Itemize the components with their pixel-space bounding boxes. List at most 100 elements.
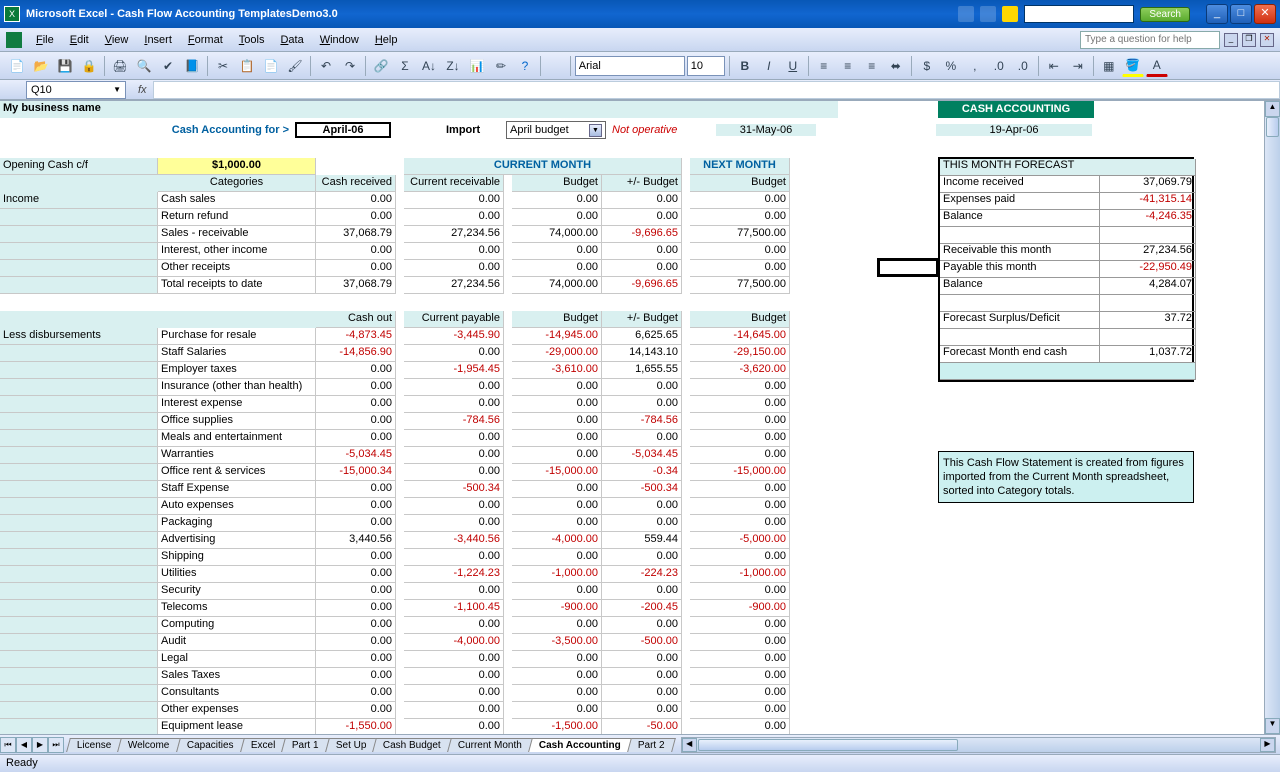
- table-cell[interactable]: 27,234.56: [404, 277, 504, 294]
- table-cell[interactable]: 0.00: [602, 702, 682, 719]
- table-cell[interactable]: 0.00: [404, 396, 504, 413]
- font-select[interactable]: [575, 56, 685, 76]
- table-cell[interactable]: 0.00: [690, 634, 790, 651]
- table-row-category[interactable]: Equipment lease: [158, 719, 316, 734]
- table-row-category[interactable]: Cash sales: [158, 192, 316, 209]
- table-cell[interactable]: 0.00: [602, 651, 682, 668]
- table-cell[interactable]: 0.00: [690, 481, 790, 498]
- hscroll-right-icon[interactable]: ▶: [1260, 738, 1275, 752]
- name-box[interactable]: Q10 ▼: [26, 81, 126, 99]
- menu-data[interactable]: Data: [272, 32, 311, 48]
- table-cell[interactable]: 0.00: [602, 260, 682, 277]
- table-cell[interactable]: 559.44: [602, 532, 682, 549]
- format-painter-icon[interactable]: 🖌: [284, 55, 306, 77]
- table-row-category[interactable]: Interest expense: [158, 396, 316, 413]
- table-cell[interactable]: -9,696.65: [602, 226, 682, 243]
- mdi-minimize-button[interactable]: _: [1224, 33, 1238, 47]
- table-cell[interactable]: -1,100.45: [404, 600, 504, 617]
- table-cell[interactable]: 0.00: [316, 481, 396, 498]
- table-cell[interactable]: -1,954.45: [404, 362, 504, 379]
- table-cell[interactable]: 0.00: [602, 396, 682, 413]
- undo-icon[interactable]: ↶: [315, 55, 337, 77]
- menu-edit[interactable]: Edit: [62, 32, 97, 48]
- bold-icon[interactable]: B: [734, 55, 756, 77]
- save-icon[interactable]: 💾: [54, 55, 76, 77]
- table-cell[interactable]: 0.00: [316, 379, 396, 396]
- table-cell[interactable]: -5,034.45: [316, 447, 396, 464]
- table-cell[interactable]: 0.00: [316, 243, 396, 260]
- table-cell[interactable]: 0.00: [316, 498, 396, 515]
- table-cell[interactable]: 0.00: [316, 600, 396, 617]
- table-cell[interactable]: 0.00: [404, 379, 504, 396]
- search-input[interactable]: [1024, 5, 1134, 23]
- currency-icon[interactable]: $: [916, 55, 938, 77]
- table-cell[interactable]: -15,000.34: [316, 464, 396, 481]
- table-cell[interactable]: -4,000.00: [512, 532, 602, 549]
- table-cell[interactable]: 0.00: [690, 243, 790, 260]
- font-size-select[interactable]: [687, 56, 725, 76]
- hyperlink-icon[interactable]: 🔗: [370, 55, 392, 77]
- table-cell[interactable]: 0.00: [404, 192, 504, 209]
- print-preview-icon[interactable]: 🔍: [133, 55, 155, 77]
- table-cell[interactable]: 0.00: [690, 651, 790, 668]
- table-cell[interactable]: 0.00: [404, 515, 504, 532]
- table-cell[interactable]: 37,068.79: [316, 226, 396, 243]
- table-cell[interactable]: 0.00: [316, 396, 396, 413]
- new-icon[interactable]: 📄: [6, 55, 28, 77]
- menu-tools[interactable]: Tools: [231, 32, 273, 48]
- help-question-box[interactable]: [1080, 31, 1220, 49]
- table-row-category[interactable]: Computing: [158, 617, 316, 634]
- table-cell[interactable]: 0.00: [404, 651, 504, 668]
- chart-icon[interactable]: 📊: [466, 55, 488, 77]
- minimize-button[interactable]: _: [1206, 4, 1228, 24]
- decrease-decimal-icon[interactable]: .0: [1012, 55, 1034, 77]
- table-cell[interactable]: 0.00: [512, 651, 602, 668]
- table-row-category[interactable]: Legal: [158, 651, 316, 668]
- maximize-button[interactable]: □: [1230, 4, 1252, 24]
- table-cell[interactable]: 0.00: [404, 617, 504, 634]
- table-cell[interactable]: -200.45: [602, 600, 682, 617]
- table-cell[interactable]: 0.00: [690, 549, 790, 566]
- table-cell[interactable]: -4,000.00: [404, 634, 504, 651]
- opening-cash-value[interactable]: $1,000.00: [158, 158, 316, 175]
- table-cell[interactable]: -500.00: [602, 634, 682, 651]
- table-cell[interactable]: 0.00: [316, 430, 396, 447]
- table-cell[interactable]: 0.00: [602, 379, 682, 396]
- active-cell[interactable]: [878, 259, 938, 276]
- table-cell[interactable]: -50.00: [602, 719, 682, 734]
- table-cell[interactable]: -5,034.45: [602, 447, 682, 464]
- spelling-icon[interactable]: ✔: [157, 55, 179, 77]
- table-cell[interactable]: 0.00: [316, 515, 396, 532]
- tab-nav-next-icon[interactable]: ▶: [32, 737, 48, 753]
- table-cell[interactable]: 0.00: [602, 243, 682, 260]
- redo-icon[interactable]: ↷: [339, 55, 361, 77]
- table-cell[interactable]: -224.23: [602, 566, 682, 583]
- table-cell[interactable]: 27,234.56: [404, 226, 504, 243]
- table-cell[interactable]: 0.00: [690, 702, 790, 719]
- table-cell[interactable]: 0.00: [404, 430, 504, 447]
- table-cell[interactable]: 0.00: [512, 379, 602, 396]
- table-cell[interactable]: -500.34: [602, 481, 682, 498]
- table-cell[interactable]: 0.00: [690, 719, 790, 734]
- italic-icon[interactable]: I: [758, 55, 780, 77]
- table-cell[interactable]: 0.00: [602, 498, 682, 515]
- align-right-icon[interactable]: ≡: [861, 55, 883, 77]
- table-cell[interactable]: 0.00: [316, 634, 396, 651]
- fill-color-icon[interactable]: 🪣: [1122, 55, 1144, 77]
- hscroll-thumb[interactable]: [698, 739, 958, 751]
- table-cell[interactable]: 0.00: [404, 345, 504, 362]
- table-cell[interactable]: 0.00: [602, 685, 682, 702]
- table-cell[interactable]: -1,500.00: [512, 719, 602, 734]
- table-cell[interactable]: -5,000.00: [690, 532, 790, 549]
- scroll-up-icon[interactable]: ▲: [1265, 101, 1280, 117]
- decrease-indent-icon[interactable]: ⇤: [1043, 55, 1065, 77]
- table-cell[interactable]: 0.00: [316, 566, 396, 583]
- menu-help[interactable]: Help: [367, 32, 406, 48]
- sheet-tab-cash-budget[interactable]: Cash Budget: [373, 738, 453, 752]
- table-cell[interactable]: 3,440.56: [316, 532, 396, 549]
- table-cell[interactable]: 1,655.55: [602, 362, 682, 379]
- table-cell[interactable]: 0.00: [316, 192, 396, 209]
- mdi-restore-button[interactable]: ❐: [1242, 33, 1256, 47]
- table-row-category[interactable]: Insurance (other than health): [158, 379, 316, 396]
- cut-icon[interactable]: ✂: [212, 55, 234, 77]
